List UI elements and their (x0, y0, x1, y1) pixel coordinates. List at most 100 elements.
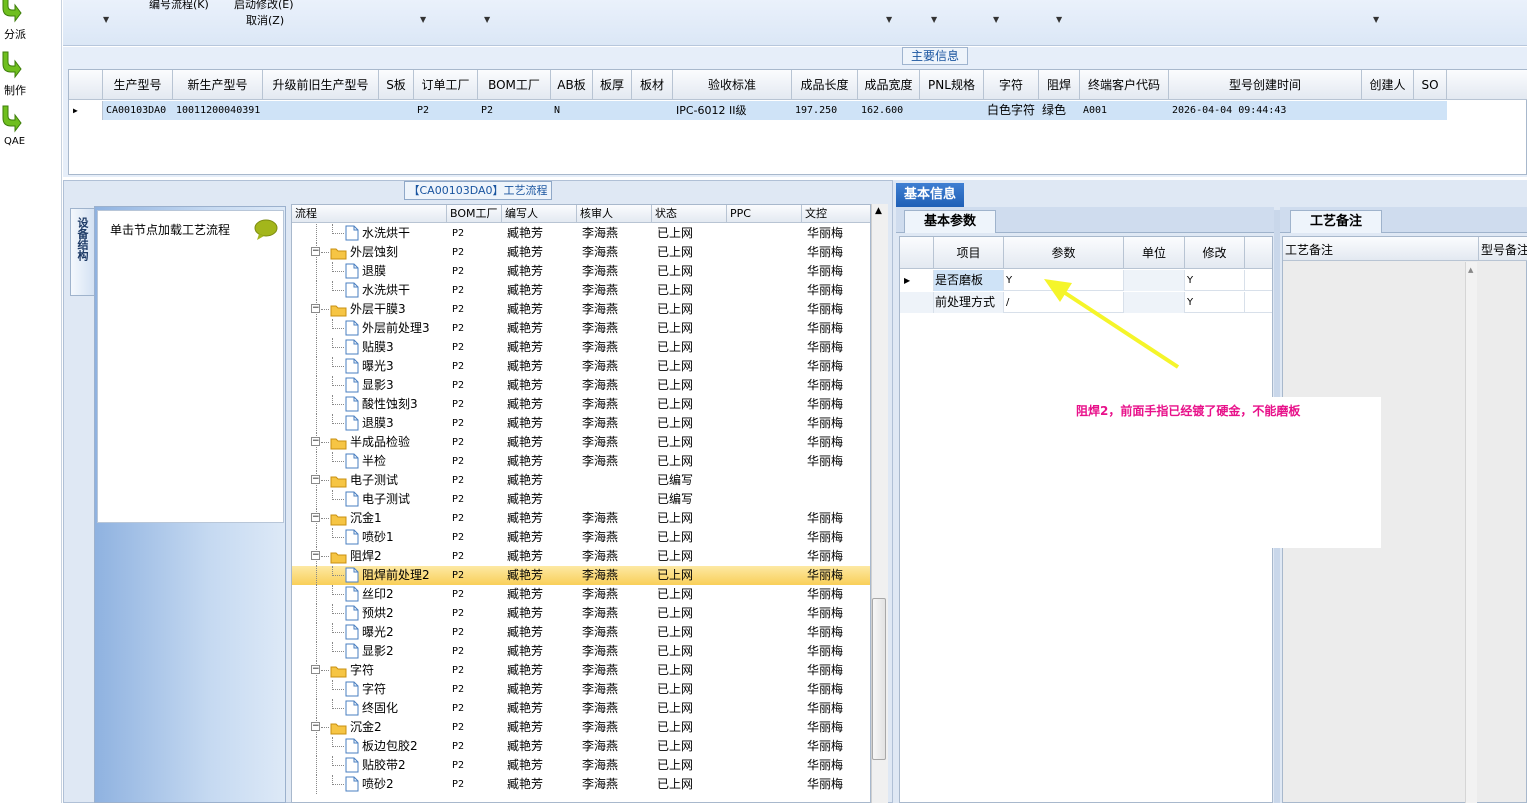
cell[interactable] (732, 338, 802, 357)
cell[interactable]: 华丽梅 (807, 433, 870, 452)
col-header[interactable]: 文控 (802, 205, 870, 223)
cell[interactable]: 华丽梅 (807, 718, 870, 737)
menu-cancel[interactable]: 取消(Z) (246, 12, 284, 28)
cell[interactable]: 华丽梅 (807, 775, 870, 794)
cell[interactable]: 李海燕 (582, 756, 652, 775)
cell[interactable] (732, 585, 802, 604)
cell[interactable]: 10011200040391 (173, 101, 263, 120)
cell[interactable]: 华丽梅 (807, 547, 870, 566)
tree-node-label[interactable]: 显影2 (362, 642, 447, 661)
cell[interactable] (732, 528, 802, 547)
cell[interactable]: 臧艳芳 (507, 661, 577, 680)
tree-row[interactable]: 退膜 P2 臧艳芳 李海燕 已上网 华丽梅 (292, 262, 870, 281)
cell[interactable]: 李海燕 (582, 566, 652, 585)
cell[interactable]: 已上网 (657, 319, 727, 338)
cell[interactable]: 李海燕 (582, 357, 652, 376)
cell[interactable] (732, 395, 802, 414)
cell[interactable] (732, 566, 802, 585)
cell[interactable]: 华丽梅 (807, 243, 870, 262)
table-row[interactable]: ▶ CA00103DA0 10011200040391 P2 P2 N IPC-… (69, 101, 1447, 120)
cell[interactable]: P2 (452, 775, 502, 794)
col-header[interactable]: 型号备注 (1481, 241, 1527, 258)
cell[interactable]: P2 (452, 414, 502, 433)
cell[interactable]: 华丽梅 (807, 452, 870, 471)
col-header[interactable]: 编写人 (502, 205, 577, 223)
tree-node-label[interactable]: 显影3 (362, 376, 447, 395)
tree-node-label[interactable]: 沉金2 (350, 718, 447, 737)
cell[interactable] (1414, 101, 1447, 120)
scroll-up-icon[interactable]: ▲ (875, 206, 882, 216)
tree-row[interactable]: 贴膜3 P2 臧艳芳 李海燕 已上网 华丽梅 (292, 338, 870, 357)
cell[interactable]: N (551, 101, 593, 120)
cell[interactable]: P2 (452, 224, 502, 243)
cell[interactable] (732, 756, 802, 775)
cell[interactable]: 李海燕 (582, 224, 652, 243)
tree-node-label[interactable]: 阻焊前处理2 (362, 566, 447, 585)
tree-node-label[interactable]: 喷砂1 (362, 528, 447, 547)
cell[interactable]: 已上网 (657, 775, 727, 794)
col-header[interactable]: 成品宽度 (858, 70, 920, 100)
tree-row[interactable]: 喷砂1 P2 臧艳芳 李海燕 已上网 华丽梅 (292, 528, 870, 547)
tree-node-label[interactable]: 水洗烘干 (362, 224, 447, 243)
tree-row[interactable]: 半检 P2 臧艳芳 李海燕 已上网 华丽梅 (292, 452, 870, 471)
tree-node-label[interactable]: 预烘2 (362, 604, 447, 623)
cell[interactable] (732, 224, 802, 243)
cell[interactable]: 华丽梅 (807, 566, 870, 585)
cell[interactable]: 前处理方式 (934, 292, 1004, 313)
cell[interactable]: 华丽梅 (807, 661, 870, 680)
cell[interactable]: 华丽梅 (807, 224, 870, 243)
col-header[interactable]: 修改 (1185, 237, 1245, 269)
cell[interactable]: P2 (452, 699, 502, 718)
col-header[interactable]: 生产型号 (103, 70, 173, 100)
cell[interactable]: 李海燕 (582, 281, 652, 300)
cell[interactable] (920, 101, 984, 120)
col-header[interactable]: 流程 (292, 205, 447, 223)
cell[interactable]: P2 (452, 585, 502, 604)
cell[interactable]: 已上网 (657, 585, 727, 604)
tree-row[interactable]: 板边包胶2 P2 臧艳芳 李海燕 已上网 华丽梅 (292, 737, 870, 756)
tree-row[interactable]: − 半成品检验 P2 臧艳芳 李海燕 已上网 华丽梅 (292, 433, 870, 452)
nav-item-qae[interactable]: QAE (0, 104, 60, 156)
dropdown-arrow-icon[interactable]: ▼ (886, 15, 892, 24)
cell[interactable]: 162.600 (858, 101, 920, 120)
cell[interactable] (732, 452, 802, 471)
tree-node-label[interactable]: 外层干膜3 (350, 300, 447, 319)
col-header[interactable]: S板 (379, 70, 414, 100)
cell[interactable]: 已上网 (657, 642, 727, 661)
tree-node-label[interactable]: 曝光2 (362, 623, 447, 642)
cell[interactable]: P2 (452, 642, 502, 661)
col-header[interactable]: 订单工厂 (414, 70, 478, 100)
cell[interactable]: P2 (452, 357, 502, 376)
cell[interactable]: 华丽梅 (807, 623, 870, 642)
tree-node-label[interactable]: 外层蚀刻 (350, 243, 447, 262)
cell[interactable]: 李海燕 (582, 680, 652, 699)
cell[interactable]: 李海燕 (582, 395, 652, 414)
col-header[interactable]: 成品长度 (792, 70, 858, 100)
cell[interactable]: A001 (1080, 101, 1169, 120)
cell[interactable]: 白色字符 (984, 101, 1039, 120)
cell[interactable]: Y (1185, 292, 1245, 313)
tree-node-label[interactable]: 酸性蚀刻3 (362, 395, 447, 414)
cell[interactable]: 华丽梅 (807, 281, 870, 300)
cell[interactable]: 李海燕 (582, 775, 652, 794)
cell[interactable]: P2 (452, 737, 502, 756)
cell[interactable]: 李海燕 (582, 547, 652, 566)
cell[interactable]: P2 (452, 262, 502, 281)
cell[interactable] (732, 680, 802, 699)
col-header[interactable]: 核审人 (577, 205, 652, 223)
cell[interactable]: 臧艳芳 (507, 718, 577, 737)
col-header[interactable]: PNL规格 (920, 70, 984, 100)
tree-row[interactable]: 喷砂2 P2 臧艳芳 李海燕 已上网 华丽梅 (292, 775, 870, 794)
cell[interactable]: P2 (452, 490, 502, 509)
cell[interactable]: 臧艳芳 (507, 490, 577, 509)
col-header[interactable]: 状态 (652, 205, 727, 223)
cell[interactable]: 197.250 (792, 101, 858, 120)
cell[interactable]: 已上网 (657, 680, 727, 699)
cell[interactable] (732, 300, 802, 319)
tree-node-label[interactable]: 水洗烘干 (362, 281, 447, 300)
cell[interactable] (1362, 101, 1414, 120)
tree-row[interactable]: 水洗烘干 P2 臧艳芳 李海燕 已上网 华丽梅 (292, 281, 870, 300)
cell[interactable] (807, 471, 870, 490)
cell[interactable]: P2 (452, 756, 502, 775)
tree-row[interactable]: 字符 P2 臧艳芳 李海燕 已上网 华丽梅 (292, 680, 870, 699)
